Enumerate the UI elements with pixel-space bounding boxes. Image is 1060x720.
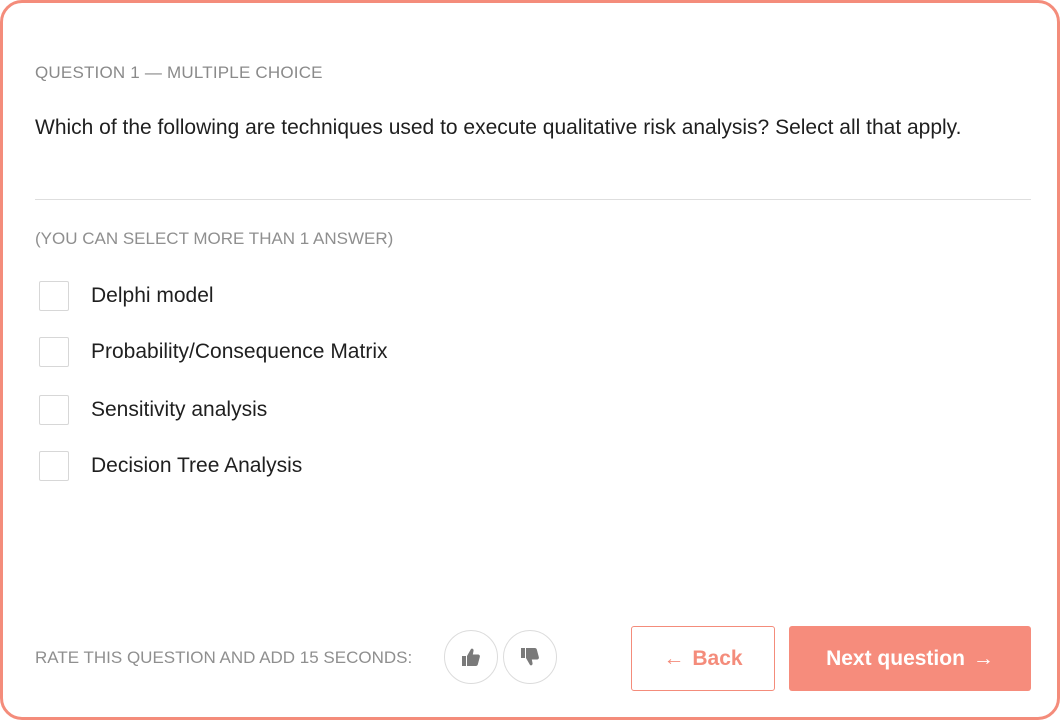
checkbox[interactable] [39, 451, 69, 481]
thumbs-up-button[interactable] [444, 630, 498, 684]
option-label: Probability/Consequence Matrix [91, 340, 388, 363]
thumbs-up-icon [462, 648, 480, 666]
option-label: Sensitivity analysis [91, 398, 268, 421]
thumbs-down-button[interactable] [503, 630, 557, 684]
back-button[interactable]: ← Back [631, 626, 775, 691]
option-label: Decision Tree Analysis [91, 454, 303, 477]
next-label: Next question [826, 646, 965, 670]
question-text: Which of the following are techniques us… [35, 116, 962, 139]
rate-question-label: RATE THIS QUESTION AND ADD 15 SECONDS: [35, 648, 413, 667]
question-card: QUESTION 1 — MULTIPLE CHOICE Which of th… [0, 0, 1060, 720]
option-label: Delphi model [91, 284, 214, 307]
option-decision-tree-analysis[interactable]: Decision Tree Analysis [39, 450, 302, 482]
checkbox[interactable] [39, 281, 69, 311]
arrow-right-icon: → [972, 646, 994, 670]
checkbox[interactable] [39, 395, 69, 425]
divider [35, 199, 1031, 200]
option-probability-consequence-matrix[interactable]: Probability/Consequence Matrix [39, 336, 387, 368]
arrow-left-icon: ← [663, 646, 685, 670]
back-label: Back [692, 646, 743, 670]
option-delphi-model[interactable]: Delphi model [39, 280, 214, 312]
option-sensitivity-analysis[interactable]: Sensitivity analysis [39, 394, 267, 426]
checkbox[interactable] [39, 337, 69, 367]
select-hint: (YOU CAN SELECT MORE THAN 1 ANSWER) [35, 229, 394, 248]
question-label: QUESTION 1 — MULTIPLE CHOICE [35, 63, 323, 82]
thumbs-down-icon [521, 648, 539, 666]
next-question-button[interactable]: Next question → [789, 626, 1031, 691]
